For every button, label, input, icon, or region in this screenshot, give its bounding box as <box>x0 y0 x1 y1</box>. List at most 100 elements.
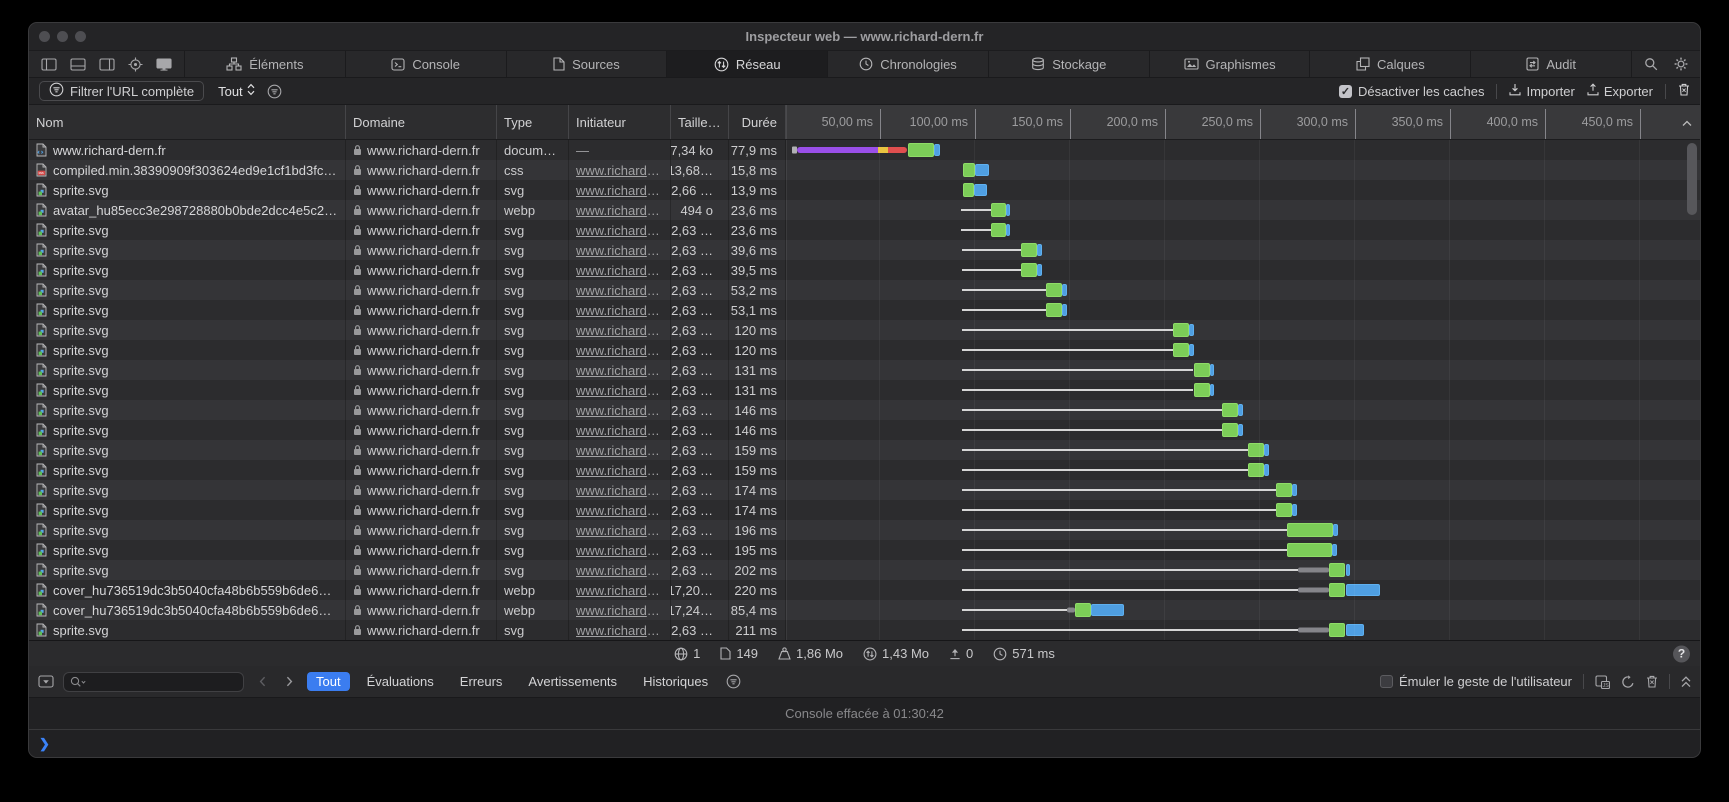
clear-console-trash-icon[interactable] <box>1646 675 1658 688</box>
find-previous-icon[interactable] <box>253 676 271 687</box>
initiator-link[interactable]: www.richard-d… <box>576 423 663 438</box>
table-row[interactable]: sprite.svgwww.richard-dern.frsvgwww.rich… <box>29 460 1700 480</box>
initiator-link[interactable]: www.richard-d… <box>576 243 663 258</box>
initiator-link[interactable]: www.richard-d… <box>576 623 663 638</box>
initiator-link[interactable]: www.richard-d… <box>576 223 663 238</box>
column-header-domain[interactable]: Domaine <box>346 105 497 139</box>
console-search-input[interactable] <box>63 672 244 692</box>
scope-popup[interactable]: Tout <box>218 83 255 99</box>
initiator-link[interactable]: www.richard-d… <box>576 343 663 358</box>
dock-left-icon[interactable] <box>41 58 57 71</box>
initiator-link[interactable]: www.richard-d… <box>576 383 663 398</box>
initiator-link[interactable]: www.richard-d… <box>576 283 663 298</box>
table-row[interactable]: sprite.svgwww.richard-dern.frsvgwww.rich… <box>29 620 1700 640</box>
initiator-link[interactable]: www.richard-d… <box>576 603 663 618</box>
table-row[interactable]: sprite.svgwww.richard-dern.frsvgwww.rich… <box>29 240 1700 260</box>
console-filter-tout[interactable]: Tout <box>307 672 350 691</box>
scroll-up-icon[interactable] <box>1682 115 1692 130</box>
initiator-link[interactable]: www.richard-d… <box>576 183 663 198</box>
table-row[interactable]: sprite.svgwww.richard-dern.frsvgwww.rich… <box>29 260 1700 280</box>
initiator-link[interactable]: www.richard-d… <box>576 503 663 518</box>
table-row[interactable]: sprite.svgwww.richard-dern.frsvgwww.rich… <box>29 480 1700 500</box>
reload-icon[interactable] <box>1621 675 1635 689</box>
initiator-link[interactable]: www.richard-d… <box>576 563 663 578</box>
help-button[interactable]: ? <box>1673 645 1690 662</box>
console-filter-evaluations[interactable]: Évaluations <box>358 672 443 691</box>
initiator-link[interactable]: www.richard-d… <box>576 443 663 458</box>
tab-console[interactable]: Console <box>346 51 507 77</box>
column-header-name[interactable]: Nom <box>29 105 346 139</box>
table-row[interactable]: csscompiled.min.38390909f303624ed9e1cf1b… <box>29 160 1700 180</box>
initiator-link[interactable]: www.richard-d… <box>576 403 663 418</box>
js-context-icon[interactable]: JS <box>1595 675 1610 689</box>
console-filter-historiques[interactable]: Historiques <box>634 672 717 691</box>
initiator-link[interactable]: www.richard-d… <box>576 323 663 338</box>
column-header-size[interactable]: Taille… <box>671 105 729 139</box>
console-prompt[interactable]: ❯ <box>29 730 1700 757</box>
tab-chronologies[interactable]: Chronologies <box>828 51 989 77</box>
find-next-icon[interactable] <box>280 676 298 687</box>
table-row[interactable]: sprite.svgwww.richard-dern.frsvgwww.rich… <box>29 540 1700 560</box>
table-row[interactable]: cover_hu736519dc3b5040cfa48b6b559b6de6ec… <box>29 580 1700 600</box>
collapse-chevrons-icon[interactable] <box>1681 676 1691 688</box>
table-row[interactable]: avatar_hu85ecc3e298728880b0bde2dcc4e5c23… <box>29 200 1700 220</box>
console-collapse-icon[interactable] <box>38 675 54 688</box>
search-icon[interactable] <box>1638 51 1664 77</box>
initiator-link[interactable]: www.richard-d… <box>576 263 663 278</box>
table-row[interactable]: sprite.svgwww.richard-dern.frsvgwww.rich… <box>29 360 1700 380</box>
filter-url-button[interactable]: Filtrer l'URL complète <box>39 81 204 101</box>
table-row[interactable]: sprite.svgwww.richard-dern.frsvgwww.rich… <box>29 280 1700 300</box>
tab-audit[interactable]: Audit <box>1471 51 1632 77</box>
table-row[interactable]: www.richard-dern.frwww.richard-dern.frdo… <box>29 140 1700 160</box>
table-row[interactable]: sprite.svgwww.richard-dern.frsvgwww.rich… <box>29 180 1700 200</box>
table-row[interactable]: sprite.svgwww.richard-dern.frsvgwww.rich… <box>29 340 1700 360</box>
table-row[interactable]: sprite.svgwww.richard-dern.frsvgwww.rich… <box>29 440 1700 460</box>
initiator-link[interactable]: www.richard-d… <box>576 463 663 478</box>
clear-network-trash-icon[interactable] <box>1678 83 1690 99</box>
initiator-link[interactable]: www.richard-d… <box>576 523 663 538</box>
scrollbar-thumb[interactable] <box>1687 143 1697 215</box>
export-button[interactable]: Exporter <box>1587 83 1653 99</box>
dock-bottom-icon[interactable] <box>70 58 86 71</box>
table-row[interactable]: cover_hu736519dc3b5040cfa48b6b559b6de6ec… <box>29 600 1700 620</box>
console-filter-options-icon[interactable] <box>726 674 741 689</box>
table-row[interactable]: sprite.svgwww.richard-dern.frsvgwww.rich… <box>29 560 1700 580</box>
table-row[interactable]: sprite.svgwww.richard-dern.frsvgwww.rich… <box>29 500 1700 520</box>
device-icon[interactable] <box>156 58 172 71</box>
close-button[interactable] <box>39 31 50 42</box>
table-row[interactable]: sprite.svgwww.richard-dern.frsvgwww.rich… <box>29 220 1700 240</box>
initiator-link[interactable]: www.richard-d… <box>576 303 663 318</box>
initiator-link[interactable]: www.richard-d… <box>576 203 663 218</box>
disable-caches-checkbox[interactable]: ✓ Désactiver les caches <box>1339 84 1484 99</box>
tab-sources[interactable]: Sources <box>507 51 668 77</box>
column-header-initiator[interactable]: Initiateur <box>569 105 671 139</box>
initiator-link[interactable]: www.richard-d… <box>576 163 663 178</box>
filter-options-icon[interactable] <box>267 84 282 99</box>
tab-calques[interactable]: Calques <box>1310 51 1471 77</box>
tab-graphismes[interactable]: Graphismes <box>1150 51 1311 77</box>
gear-icon[interactable] <box>1668 51 1694 77</box>
table-row[interactable]: sprite.svgwww.richard-dern.frsvgwww.rich… <box>29 420 1700 440</box>
table-row[interactable]: sprite.svgwww.richard-dern.frsvgwww.rich… <box>29 400 1700 420</box>
console-filter-avertissements[interactable]: Avertissements <box>519 672 626 691</box>
initiator-link[interactable]: www.richard-d… <box>576 363 663 378</box>
minimize-button[interactable] <box>57 31 68 42</box>
tab-elements[interactable]: Éléments <box>185 51 346 77</box>
import-button[interactable]: Importer <box>1509 83 1574 99</box>
column-header-type[interactable]: Type <box>497 105 569 139</box>
emulate-user-gesture-checkbox[interactable]: Émuler le geste de l'utilisateur <box>1380 674 1572 689</box>
initiator-link[interactable]: www.richard-d… <box>576 483 663 498</box>
dock-right-icon[interactable] <box>99 58 115 71</box>
table-row[interactable]: sprite.svgwww.richard-dern.frsvgwww.rich… <box>29 520 1700 540</box>
console-filter-erreurs[interactable]: Erreurs <box>451 672 512 691</box>
tab-stockage[interactable]: Stockage <box>989 51 1150 77</box>
zoom-button[interactable] <box>75 31 86 42</box>
table-row[interactable]: sprite.svgwww.richard-dern.frsvgwww.rich… <box>29 320 1700 340</box>
tab-reseau[interactable]: Réseau <box>667 51 828 77</box>
element-picker-icon[interactable] <box>128 57 143 72</box>
table-row[interactable]: sprite.svgwww.richard-dern.frsvgwww.rich… <box>29 380 1700 400</box>
initiator-link[interactable]: www.richard-d… <box>576 543 663 558</box>
initiator-link[interactable]: www.richard-d… <box>576 583 663 598</box>
column-header-duration[interactable]: Durée <box>729 105 786 139</box>
table-row[interactable]: sprite.svgwww.richard-dern.frsvgwww.rich… <box>29 300 1700 320</box>
